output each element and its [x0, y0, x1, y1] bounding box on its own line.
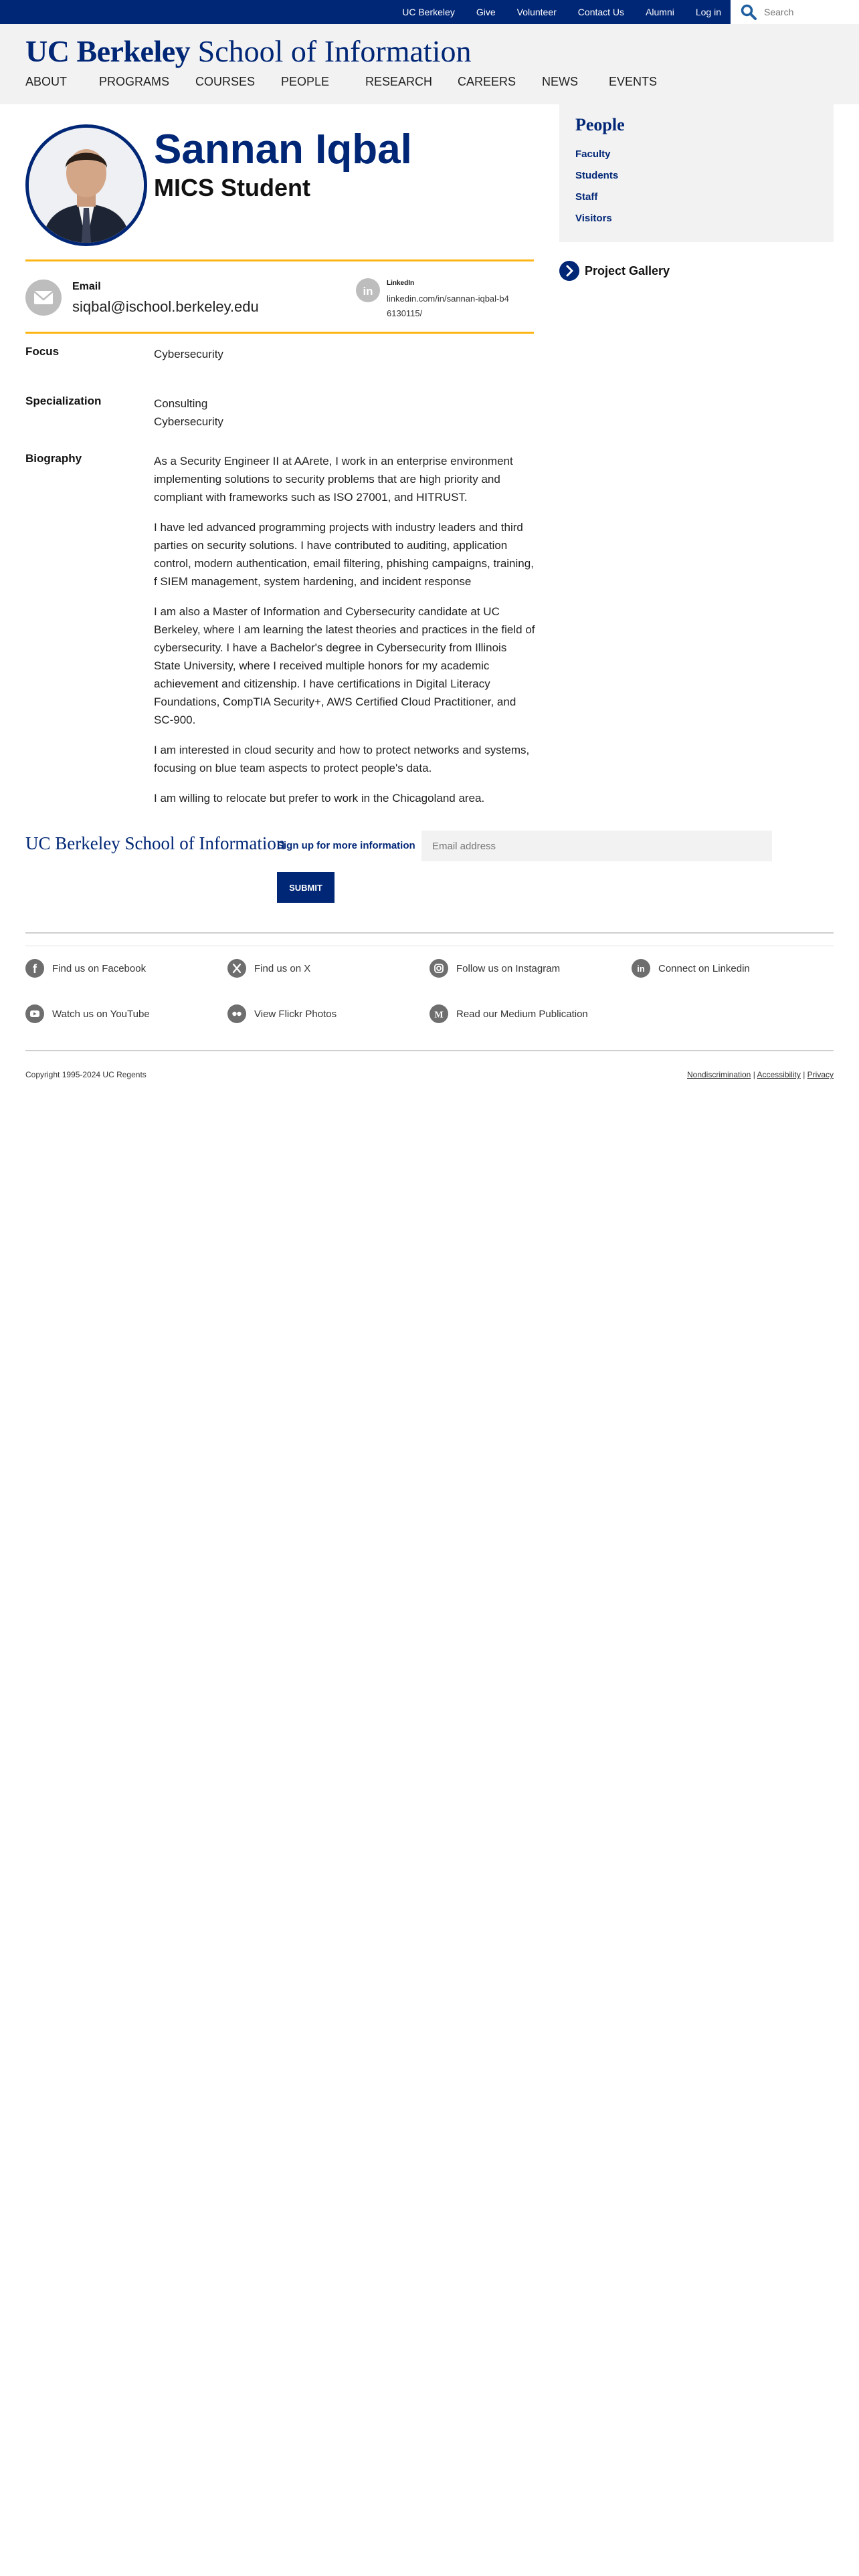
footer-logo[interactable]: UC Berkeley School of Information [25, 833, 285, 854]
linkedin-icon[interactable]: in [356, 278, 380, 302]
social-label: Follow us on Instagram [456, 962, 561, 974]
search-icon[interactable] [740, 3, 757, 21]
medium-icon: M [430, 1004, 448, 1023]
sidebar-item-faculty[interactable]: Faculty [575, 148, 611, 160]
gold-divider-bottom [25, 332, 534, 334]
search-box [731, 0, 859, 24]
email-icon[interactable] [25, 280, 62, 316]
svg-text:in: in [637, 964, 645, 974]
newsletter-email-input[interactable] [421, 831, 772, 861]
facebook-icon: f [25, 959, 44, 978]
site-logo[interactable]: UC Berkeley School of Information [25, 33, 471, 69]
legal-links: Nondiscrimination | Accessibility | Priv… [687, 1070, 834, 1079]
sidebar-item-students[interactable]: Students [575, 170, 618, 181]
focus-label: Focus [25, 345, 60, 358]
legal-link-nondiscrimination[interactable]: Nondiscrimination [687, 1070, 751, 1079]
legal-link-accessibility[interactable]: Accessibility [757, 1070, 801, 1079]
nav-research[interactable]: RESEARCH [365, 75, 458, 89]
biography-paragraph: I am also a Master of Information and Cy… [154, 605, 535, 726]
nav-people[interactable]: PEOPLE [281, 75, 365, 89]
newsletter-signup-label: Sign up for more information [277, 840, 415, 851]
social-label: Watch us on YouTube [52, 1008, 150, 1020]
biography-paragraph: I am willing to relocate but prefer to w… [154, 792, 485, 804]
nav-news[interactable]: NEWS [542, 75, 609, 89]
email-label: Email [72, 281, 101, 292]
svg-text:f: f [33, 962, 37, 976]
utility-link-contact-us[interactable]: Contact Us [578, 7, 624, 17]
top-utility-bar: UC Berkeley Give Volunteer Contact Us Al… [0, 0, 859, 24]
utility-link-alumni[interactable]: Alumni [646, 7, 674, 17]
x-icon [227, 959, 246, 978]
focus-value: Cybersecurity [154, 348, 223, 360]
sidebar-item-staff[interactable]: Staff [575, 191, 597, 203]
nav-events[interactable]: EVENTS [609, 75, 676, 89]
flickr-icon [227, 1004, 246, 1023]
chevron-right-icon [559, 261, 579, 281]
biography-paragraph: As a Security Engineer II at AArete, I w… [154, 455, 513, 504]
specialization-label: Specialization [25, 395, 102, 407]
submit-button[interactable]: SUBMIT [277, 872, 335, 903]
main-nav: ABOUT PROGRAMS COURSES PEOPLE RESEARCH C… [25, 75, 676, 89]
utility-link-uc-berkeley[interactable]: UC Berkeley [402, 7, 455, 17]
project-gallery-label: Project Gallery [585, 263, 670, 278]
social-linkedin-link[interactable]: in Connect on Linkedin [632, 959, 750, 978]
biography-paragraph: I am interested in cloud security and ho… [154, 744, 530, 774]
project-gallery-link[interactable]: Project Gallery [559, 261, 670, 281]
utility-links: UC Berkeley Give Volunteer Contact Us Al… [381, 0, 721, 24]
social-x-link[interactable]: Find us on X [227, 959, 310, 978]
people-sidebar: People Faculty Students Staff Visitors [559, 104, 834, 242]
social-flickr-link[interactable]: View Flickr Photos [227, 1004, 337, 1023]
footer-divider [25, 932, 834, 934]
svg-text:M: M [434, 1010, 443, 1021]
legal-link-privacy[interactable]: Privacy [807, 1070, 834, 1079]
specialization-item: Cybersecurity [154, 415, 223, 428]
nav-programs[interactable]: PROGRAMS [99, 75, 195, 89]
social-label: Find us on X [254, 962, 311, 974]
sidebar-title: People [575, 115, 625, 134]
search-input[interactable] [764, 7, 851, 17]
profile-name: Sannan Iqbal [154, 126, 412, 173]
specialization-list: Consulting Cybersecurity [154, 395, 535, 431]
social-label: Read our Medium Publication [456, 1008, 588, 1020]
site-header: UC Berkeley School of Information ABOUT … [0, 24, 859, 104]
profile-photo [25, 124, 147, 246]
logo-uc-berkeley: UC Berkeley [25, 34, 191, 68]
copyright-text: Copyright 1995-2024 UC Regents [25, 1070, 147, 1079]
specialization-item: Consulting [154, 397, 208, 410]
biography-paragraph: I have led advanced programming projects… [154, 521, 534, 588]
social-label: Find us on Facebook [52, 962, 147, 974]
sidebar-item-visitors[interactable]: Visitors [575, 213, 612, 224]
email-address[interactable]: siqbal@ischool.berkeley.edu [72, 298, 259, 316]
nav-careers[interactable]: CAREERS [458, 75, 542, 89]
utility-link-log-in[interactable]: Log in [696, 7, 721, 17]
youtube-icon [25, 1004, 44, 1023]
footer-bottom-divider [25, 1050, 834, 1051]
linkedin-label: LinkedIn [387, 280, 415, 287]
footer-logo-school: School of Information [124, 833, 286, 853]
social-instagram-link[interactable]: Follow us on Instagram [430, 959, 560, 978]
biography-label: Biography [25, 452, 82, 465]
utility-link-volunteer[interactable]: Volunteer [517, 7, 557, 17]
social-youtube-link[interactable]: Watch us on YouTube [25, 1004, 150, 1023]
gold-divider-top [25, 259, 534, 261]
profile-role: MICS Student [154, 174, 310, 201]
linkedin-url[interactable]: linkedin.com/in/sannan-iqbal-b46130115/ [387, 292, 514, 321]
utility-link-give[interactable]: Give [476, 7, 496, 17]
social-medium-link[interactable]: M Read our Medium Publication [430, 1004, 588, 1023]
social-facebook-link[interactable]: f Find us on Facebook [25, 959, 146, 978]
nav-about[interactable]: ABOUT [25, 75, 99, 89]
social-label: Connect on Linkedin [658, 962, 750, 974]
svg-text:in: in [363, 285, 373, 298]
logo-school-of-information: School of Information [197, 34, 472, 68]
nav-courses[interactable]: COURSES [195, 75, 281, 89]
linkedin-icon: in [632, 959, 650, 978]
instagram-icon [430, 959, 448, 978]
biography-text: As a Security Engineer II at AArete, I w… [154, 452, 535, 819]
footer-logo-uc-berkeley: UC Berkeley [25, 833, 120, 853]
social-label: View Flickr Photos [254, 1008, 337, 1020]
